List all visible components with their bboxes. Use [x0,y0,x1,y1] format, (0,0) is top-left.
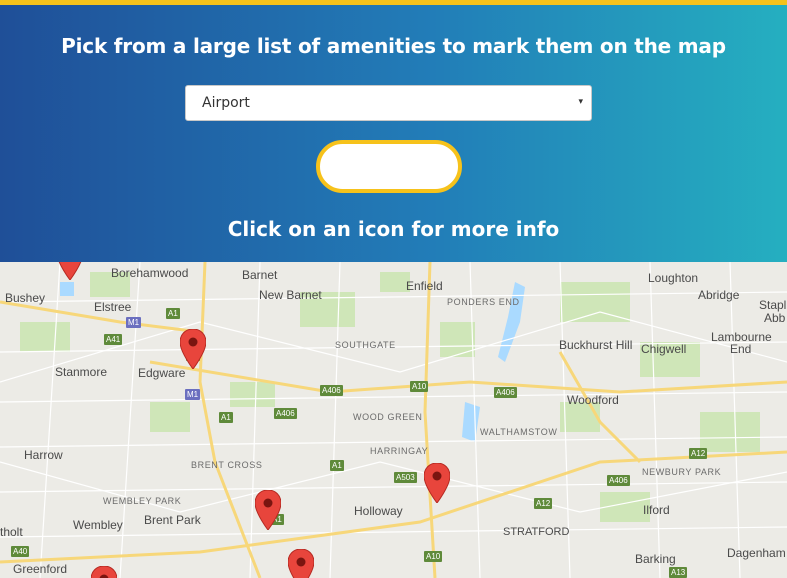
mark-amenities-button[interactable] [316,140,462,193]
map-view[interactable]: Borehamwood Barnet Enfield Loughton Bush… [0,262,787,578]
district-label: HARRINGAY [370,446,429,456]
road-shield: A1 [330,460,344,471]
map-pin-icon[interactable] [255,490,281,530]
map-pin-icon[interactable] [288,549,314,578]
map-label: Greenford [13,562,68,576]
map-label: Chigwell [641,342,687,356]
road-shield: A1 [166,308,180,319]
map-label: Wembley [73,518,123,532]
road-shield: M1 [126,317,142,328]
amenity-select-value: Airport [202,95,250,111]
district-label: NEWBURY PARK [642,467,722,477]
map-label: End [730,342,752,356]
map-label: Ilford [643,503,670,517]
road-shield: A10 [424,551,443,562]
district-label: WALTHAMSTOW [480,427,558,437]
road-shield: A406 [607,475,630,486]
map-label: Borehamwood [111,266,189,280]
map-pin-icon[interactable] [424,463,450,503]
map-label: Stanmore [55,365,108,379]
instruction-text: Click on an icon for more info [227,217,560,241]
map-label: Stapl [759,298,787,312]
road-shield: A503 [394,472,417,483]
map-label: Loughton [648,271,699,285]
road-shield: A12 [689,448,708,459]
road-shield: A12 [534,498,553,509]
amenity-select[interactable]: Airport ▾ [185,85,592,121]
map-label: New Barnet [259,288,322,302]
chevron-down-icon: ▾ [578,97,583,107]
map-label: Barking [635,552,676,566]
map-label: Abb [764,311,786,325]
map-label: tholt [0,525,23,539]
district-label: WOOD GREEN [353,412,423,422]
road-shield: A1 [219,412,233,423]
road-shield: A41 [104,334,123,345]
road-shield: M1 [185,389,201,400]
header-panel: Pick from a large list of amenities to m… [0,5,787,262]
page-title: Pick from a large list of amenities to m… [61,34,726,58]
map-label: Elstree [94,300,132,314]
district-label: PONDERS END [447,297,520,307]
map-label: Abridge [698,288,740,302]
road-shield: A406 [274,408,297,419]
map-label: Brent Park [144,513,201,527]
map-label: Woodford [567,393,619,407]
road-shield: A13 [669,567,688,578]
map-label: Buckhurst Hill [559,338,633,352]
map-pin-icon[interactable] [180,329,206,369]
map-pin-icon[interactable] [57,262,83,280]
map-label: Barnet [242,268,278,282]
map-label: STRATFORD [503,526,570,538]
map-label: Edgware [138,366,186,380]
map-pin-icon[interactable] [91,566,117,578]
map-label: Bushey [5,291,46,305]
district-label: BRENT CROSS [191,460,263,470]
road-shield: A40 [11,546,30,557]
map-label: Harrow [24,448,63,462]
district-label: SOUTHGATE [335,340,396,350]
map-label: Enfield [406,279,443,293]
road-shield: A406 [320,385,343,396]
road-shield: A406 [494,387,517,398]
road-shield: A10 [410,381,429,392]
district-label: WEMBLEY PARK [103,496,182,506]
map-label: Holloway [354,504,403,518]
map-label: Dagenham [727,546,786,560]
